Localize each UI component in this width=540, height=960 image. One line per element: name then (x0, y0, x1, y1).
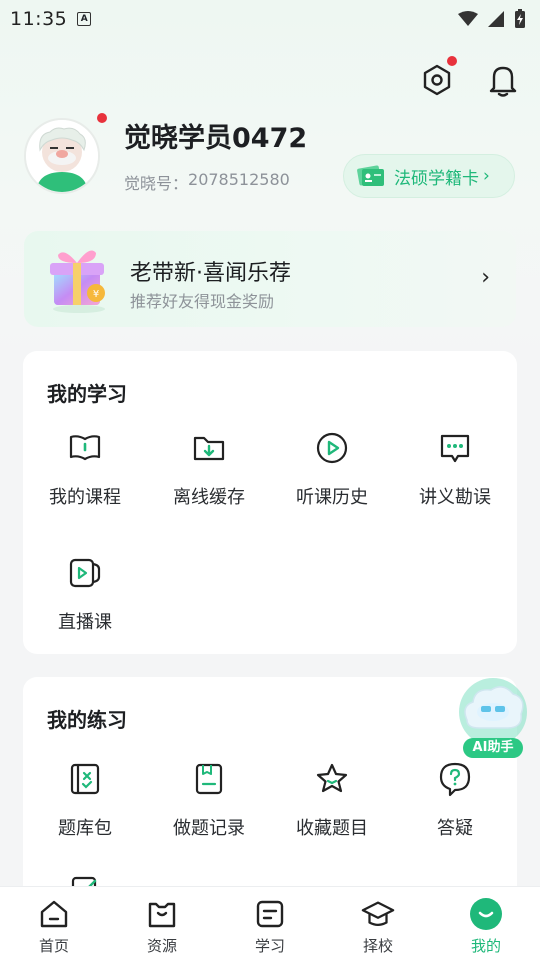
tab-resources-label: 资源 (146, 937, 177, 955)
offline-cache-label: 离线缓存 (173, 487, 245, 508)
chevron-right-icon: › (483, 166, 490, 186)
live-video-icon (69, 558, 101, 588)
question-bubble-icon (439, 762, 471, 797)
settings-hexagon-icon (423, 64, 451, 96)
student-card-icon (357, 165, 384, 186)
settings-notification-dot (447, 56, 457, 66)
promo-subtitle: 推荐好友得现金奖励 (130, 292, 275, 311)
qa-item[interactable]: 答疑 (393, 759, 517, 840)
user-id: 觉晓号： 2078512580 (124, 170, 290, 194)
notifications-button[interactable] (483, 60, 523, 100)
chat-dots-icon (440, 434, 470, 463)
question-bank-label: 题库包 (58, 818, 112, 839)
practice-record-item[interactable]: 做题记录 (147, 759, 271, 840)
ai-assistant-button[interactable]: AI助手 (453, 676, 533, 762)
settings-button[interactable] (417, 60, 457, 100)
tab-school-label: 择校 (362, 937, 393, 955)
notification-a-icon: A (77, 12, 92, 26)
star-icon (316, 763, 348, 793)
qa-label: 答疑 (437, 818, 473, 839)
errata-item[interactable]: 讲义勘误 (393, 428, 517, 509)
user-id-value: 2078512580 (188, 170, 290, 189)
favorites-label: 收藏题目 (296, 818, 368, 839)
status-bar: 11:35 A (0, 0, 540, 38)
wifi-icon (458, 11, 478, 26)
signal-icon (488, 11, 504, 27)
resource-icon (148, 902, 176, 928)
username: 觉晓学员0472 (124, 123, 308, 154)
download-folder-icon (193, 436, 225, 461)
tab-study-label: 学习 (254, 937, 285, 955)
home-icon (40, 900, 68, 928)
offline-cache-item[interactable]: 离线缓存 (147, 428, 271, 509)
errata-label: 讲义勘误 (419, 487, 491, 508)
tab-study[interactable]: 学习 (216, 887, 324, 960)
my-courses-item[interactable]: 我的课程 (23, 428, 147, 509)
svg-text:¥: ¥ (93, 289, 99, 300)
record-icon (195, 763, 223, 795)
tab-home[interactable]: 首页 (0, 887, 108, 960)
status-icons (458, 9, 526, 29)
listening-history-item[interactable]: 听课历史 (270, 428, 394, 509)
practice-section: 我的练习 题库包 做题记录 收藏题目 答疑 (23, 677, 517, 907)
promo-title: 老带新·喜闻乐荐 (130, 261, 291, 286)
bottom-tab-bar: 首页 资源 学习 择校 我的 (0, 886, 540, 960)
tab-mine[interactable]: 我的 (432, 887, 540, 960)
bell-icon (489, 66, 517, 97)
chevron-right-icon: › (481, 265, 490, 290)
avatar-elder-icon (26, 120, 98, 192)
study-icon (256, 900, 284, 928)
profile-icon (470, 898, 502, 930)
tab-home-label: 首页 (38, 937, 69, 955)
graduation-cap-icon (361, 901, 395, 926)
listening-history-label: 听课历史 (296, 487, 368, 508)
ai-assistant-label: AI助手 (463, 738, 523, 758)
practice-record-label: 做题记录 (173, 818, 245, 839)
live-class-label: 直播课 (58, 612, 112, 633)
avatar-notification-dot (97, 113, 107, 123)
gift-box-icon: ¥ (50, 250, 105, 313)
student-card-button[interactable]: 法硕学籍卡 › (343, 154, 515, 198)
battery-icon (515, 9, 525, 28)
ai-cloud-icon (459, 678, 527, 746)
tab-resources[interactable]: 资源 (108, 887, 216, 960)
tab-mine-label: 我的 (470, 937, 501, 955)
avatar[interactable] (24, 118, 100, 194)
student-card-label: 法硕学籍卡 (394, 168, 479, 189)
tab-school[interactable]: 择校 (324, 887, 432, 960)
study-section-title: 我的学习 (47, 382, 127, 406)
referral-banner[interactable]: ¥ 老带新·喜闻乐荐 推荐好友得现金奖励 › (24, 231, 516, 327)
practice-section-title: 我的练习 (47, 708, 127, 732)
user-id-label: 觉晓号： (124, 174, 189, 193)
favorites-item[interactable]: 收藏题目 (270, 759, 394, 840)
play-circle-icon (316, 432, 348, 464)
question-bank-icon (70, 763, 100, 795)
status-time: 11:35 (10, 8, 68, 30)
book-icon (69, 435, 101, 461)
live-class-item[interactable]: 直播课 (23, 553, 147, 634)
question-bank-item[interactable]: 题库包 (23, 759, 147, 840)
study-section: 我的学习 我的课程 离线缓存 听课历史 讲义勘误 直播课 (23, 351, 517, 654)
my-courses-label: 我的课程 (49, 487, 121, 508)
